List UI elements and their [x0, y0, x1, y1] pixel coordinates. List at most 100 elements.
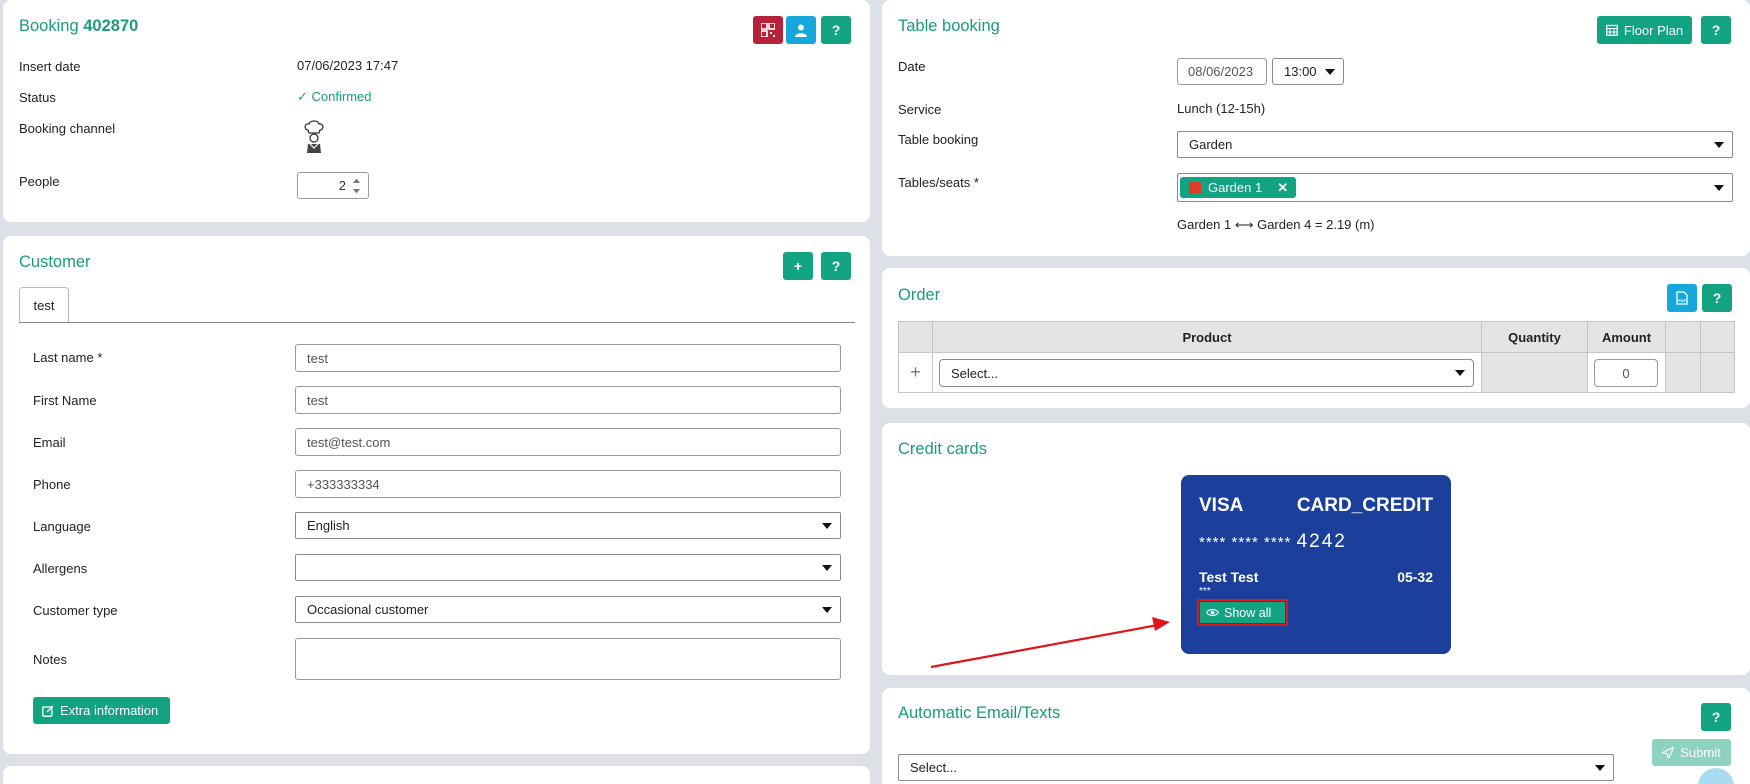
pdf-export-button[interactable]: PDF: [1667, 284, 1697, 312]
allergens-select[interactable]: [295, 554, 841, 581]
table-distance: Garden 1 ⟷ Garden 4 = 2.19 (m): [1177, 217, 1375, 232]
show-all-button[interactable]: Show all: [1200, 602, 1285, 623]
customer-tab-label: test: [33, 298, 55, 313]
order-row: + Select... 0: [898, 352, 1735, 393]
phone-label: Phone: [33, 477, 71, 492]
help-icon: ?: [831, 258, 841, 274]
email-label: Email: [33, 435, 66, 450]
allergens-label: Allergens: [33, 561, 88, 576]
qr-code-button[interactable]: [753, 16, 783, 44]
insert-date-value: 07/06/2023 17:47: [297, 58, 399, 73]
notes-label: Notes: [33, 652, 67, 667]
submit-label: Submit: [1680, 745, 1721, 760]
table-booking-title: Table booking: [898, 17, 1000, 35]
plus-icon: +: [793, 258, 803, 274]
customer-tab[interactable]: test: [19, 287, 69, 323]
chevron-down-icon: [822, 606, 832, 613]
close-icon[interactable]: ✕: [1277, 180, 1288, 196]
auto-email-select[interactable]: Select...: [898, 754, 1614, 781]
help-icon: ?: [1712, 290, 1722, 306]
card-number: **** **** **** 4242: [1199, 531, 1347, 552]
quantity-cell: [1481, 352, 1588, 393]
svg-text:PDF: PDF: [1678, 298, 1687, 303]
order-header-row: Product Quantity Amount: [898, 321, 1735, 353]
extra-information-label: Extra information: [60, 703, 159, 718]
last-name-label: Last name *: [33, 350, 103, 365]
order-header-extra-1: [1665, 321, 1701, 353]
card-brand: VISA: [1199, 495, 1244, 516]
booking-title: Booking 402870: [19, 17, 139, 35]
area-select[interactable]: Garden: [1177, 131, 1733, 158]
auto-email-title: Automatic Email/Texts: [898, 704, 1061, 722]
tab-divider: [19, 322, 855, 323]
show-all-highlight: Show all: [1197, 599, 1288, 626]
order-extra-cell-2: [1700, 352, 1735, 393]
customer-panel: Customer + ? test Last name * test First…: [3, 236, 870, 754]
service-label: Service: [898, 102, 942, 117]
user-icon: [795, 24, 807, 37]
credit-card: VISA CARD_CREDIT **** **** **** 4242 Tes…: [1181, 475, 1451, 654]
date-label: Date: [898, 59, 926, 74]
double-arrow-icon: ⟷: [1234, 217, 1254, 232]
chevron-down-icon: [1455, 370, 1465, 376]
extra-information-button[interactable]: Extra information: [33, 697, 170, 724]
floor-plan-button[interactable]: Floor Plan: [1597, 16, 1692, 44]
order-header-empty: [898, 321, 933, 353]
table-booking-label: Table booking: [898, 132, 979, 147]
product-select-value: Select...: [951, 365, 998, 381]
email-field[interactable]: test@test.com: [295, 428, 841, 456]
customer-profile-button[interactable]: [786, 16, 816, 44]
add-customer-button[interactable]: +: [783, 252, 813, 280]
card-type: CARD_CREDIT: [1296, 495, 1433, 516]
booking-panel: Booking 402870 ? Insert date 07/06/2023 …: [3, 0, 870, 222]
auto-email-panel: Automatic Email/Texts ? Select... Submit: [882, 688, 1750, 784]
people-stepper[interactable]: 2: [297, 172, 369, 199]
pdf-icon: PDF: [1676, 291, 1688, 305]
check-icon: ✓: [297, 89, 308, 104]
amount-field[interactable]: 0: [1594, 359, 1658, 387]
chevron-down-icon: [822, 522, 832, 529]
last-name-field[interactable]: test: [295, 344, 841, 372]
language-select[interactable]: English: [295, 512, 841, 539]
table-booking-panel: Table booking Floor Plan ? Date 08/06/20…: [882, 0, 1750, 256]
amount-value: 0: [1622, 365, 1630, 381]
booking-help-button[interactable]: ?: [821, 16, 851, 44]
auto-email-help-button[interactable]: ?: [1701, 703, 1731, 731]
order-title: Order: [898, 286, 941, 304]
phone-field[interactable]: +333333334: [295, 470, 841, 498]
amount-cell: 0: [1587, 352, 1666, 393]
order-header-extra-2: [1700, 321, 1735, 353]
table-tag-label: Garden 1: [1208, 180, 1263, 195]
chevron-down-icon: [822, 564, 832, 571]
customer-type-value: Occasional customer: [307, 602, 429, 617]
order-extra-cell-1: [1665, 352, 1701, 393]
chat-widget-button[interactable]: [1698, 768, 1734, 784]
product-select[interactable]: Select...: [939, 359, 1474, 387]
credit-cards-title: Credit cards: [898, 440, 987, 458]
eye-icon: [1206, 608, 1219, 617]
chevron-down-icon: [1595, 764, 1605, 771]
stepper-arrows-icon[interactable]: [352, 177, 361, 195]
table-tag[interactable]: Garden 1 ✕: [1180, 177, 1297, 198]
submit-button[interactable]: Submit: [1652, 739, 1731, 766]
customer-type-select[interactable]: Occasional customer: [295, 596, 841, 623]
language-value: English: [307, 518, 350, 533]
date-field[interactable]: 08/06/2023: [1177, 58, 1267, 85]
quantity-header: Quantity: [1481, 321, 1588, 353]
order-table: Product Quantity Amount + Select... 0: [898, 321, 1735, 393]
table-booking-help-button[interactable]: ?: [1701, 16, 1731, 44]
language-label: Language: [33, 519, 91, 534]
tables-seats-select[interactable]: Garden 1 ✕: [1177, 173, 1733, 202]
time-value: 13:00: [1284, 64, 1317, 79]
order-help-button[interactable]: ?: [1702, 284, 1732, 312]
product-cell: Select...: [932, 352, 1482, 393]
customer-help-button[interactable]: ?: [821, 252, 851, 280]
add-row-button[interactable]: +: [898, 352, 933, 393]
booking-channel-label: Booking channel: [19, 121, 116, 136]
first-name-field[interactable]: test: [295, 386, 841, 414]
time-select[interactable]: 13:00: [1272, 58, 1344, 85]
floor-plan-label: Floor Plan: [1623, 22, 1684, 38]
send-icon: [1662, 746, 1675, 759]
help-icon: ?: [1711, 709, 1721, 725]
notes-textarea[interactable]: [295, 638, 841, 680]
